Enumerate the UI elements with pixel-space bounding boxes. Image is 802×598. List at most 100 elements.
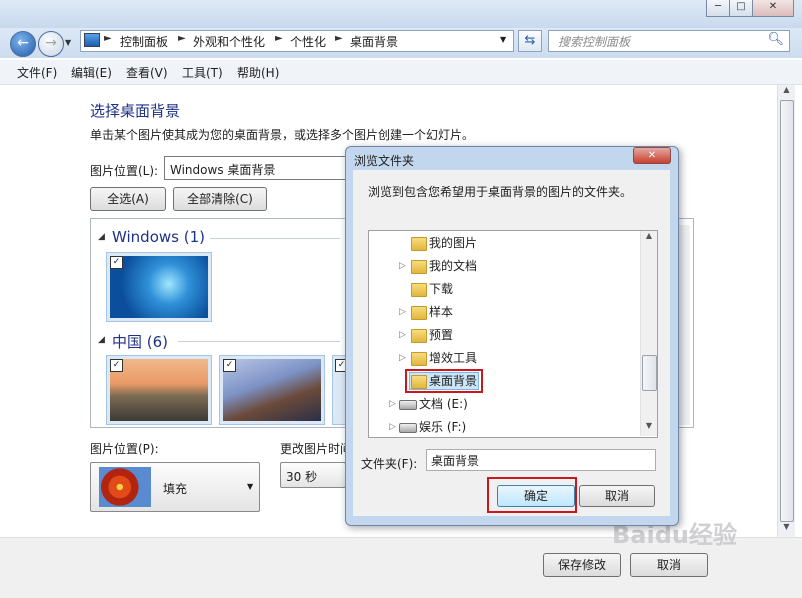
tree-item[interactable]: 下载 <box>369 279 639 299</box>
scroll-up-icon[interactable]: ▲ <box>641 231 657 245</box>
group-divider <box>210 238 340 239</box>
breadcrumb-separator-icon: ► <box>275 33 283 44</box>
breadcrumb-control-panel[interactable]: 控制面板 <box>120 33 168 50</box>
location-label: 图片位置(L): <box>90 164 159 178</box>
maximize-button[interactable]: □ <box>729 0 753 17</box>
main-scrollbar[interactable]: ▲ ▼ <box>777 85 795 537</box>
wallpaper-checkbox[interactable]: ✓ <box>110 359 123 372</box>
clear-all-button[interactable]: 全部清除(C) <box>173 187 267 211</box>
address-dropdown-icon[interactable]: ▼ <box>500 35 506 44</box>
location-dropdown[interactable]: Windows 桌面背景 <box>164 156 356 180</box>
search-icon[interactable]: 🔍︎ <box>767 32 784 47</box>
folder-name-field[interactable]: 桌面背景 <box>426 449 656 471</box>
forward-button[interactable]: → <box>38 31 64 57</box>
search-input[interactable]: 搜索控制面板 <box>558 33 630 50</box>
tree-item[interactable]: ▷ 文档 (E:) <box>369 394 639 414</box>
dialog-cancel-button[interactable]: 取消 <box>579 485 655 507</box>
breadcrumb-personalization[interactable]: 个性化 <box>290 33 326 50</box>
collapse-group-icon[interactable]: ◢ <box>98 335 105 345</box>
tree-item-label: 样本 <box>429 305 454 319</box>
folder-icon <box>411 329 427 343</box>
refresh-icon: ⇆ <box>524 33 536 48</box>
recent-pages-dropdown-icon[interactable]: ▼ <box>65 38 71 47</box>
folder-name-value: 桌面背景 <box>431 454 480 468</box>
tree-item[interactable]: ▷ 样本 <box>369 302 639 322</box>
breadcrumb-separator-icon: ► <box>335 33 343 44</box>
tree-item[interactable]: ▷ 预置 <box>369 325 639 345</box>
tree-expander-icon[interactable]: ▷ <box>399 325 409 345</box>
menu-bar <box>0 60 802 85</box>
scroll-thumb[interactable] <box>642 355 657 391</box>
tree-item-label: 桌面背景 <box>429 374 478 388</box>
ok-button[interactable]: 确定 <box>497 485 575 507</box>
dialog-title: 浏览文件夹 <box>354 154 415 168</box>
scroll-thumb[interactable] <box>780 100 794 522</box>
tree-expander-icon[interactable]: ▷ <box>399 302 409 322</box>
breadcrumb-appearance[interactable]: 外观和个性化 <box>193 33 265 50</box>
group-header-windows[interactable]: Windows (1) <box>112 228 205 246</box>
tree-item-label: 预置 <box>429 328 454 342</box>
search-box[interactable]: 搜索控制面板 🔍︎ <box>548 30 790 52</box>
tree-item-label: 增效工具 <box>429 351 478 365</box>
tree-expander-icon[interactable]: ▷ <box>399 256 409 276</box>
tree-item-label: 娱乐 (F:) <box>419 420 467 434</box>
dialog-close-button[interactable]: ✕ <box>633 147 671 164</box>
close-button[interactable]: ✕ <box>752 0 794 17</box>
page-description: 单击某个图片使其成为您的桌面背景，或选择多个图片创建一个幻灯片。 <box>90 128 475 142</box>
interval-dropdown[interactable]: 30 秒 <box>280 462 346 488</box>
collapse-group-icon[interactable]: ◢ <box>98 232 105 242</box>
page-title: 选择桌面背景 <box>90 102 181 120</box>
menu-view[interactable]: 查看(V) <box>126 64 168 81</box>
scroll-down-icon[interactable]: ▼ <box>641 421 657 435</box>
wallpaper-checkbox[interactable]: ✓ <box>110 256 123 269</box>
group-header-china[interactable]: 中国 (6) <box>112 331 168 352</box>
save-changes-button[interactable]: 保存修改 <box>543 553 621 577</box>
folder-icon <box>411 237 427 251</box>
breadcrumb-separator-icon: ► <box>104 33 112 44</box>
windows-logo-image <box>110 256 208 318</box>
dropdown-arrow-icon: ▼ <box>247 482 254 491</box>
breadcrumb-desktop-background[interactable]: 桌面背景 <box>350 33 398 50</box>
select-all-button[interactable]: 全选(A) <box>90 187 166 211</box>
tree-item-label: 我的文档 <box>429 259 478 273</box>
control-panel-icon <box>84 33 100 47</box>
picture-position-dropdown[interactable]: 填充 ▼ <box>90 462 260 512</box>
folder-tree[interactable]: 我的图片 ▷ 我的文档 下载 ▷ 样本 ▷ 预置 ▷ 增效工具 桌面背景 ▷ 文… <box>368 230 658 438</box>
tree-item[interactable]: ▷ 我的文档 <box>369 256 639 276</box>
fill-preview-image <box>99 467 151 507</box>
back-button[interactable]: ← <box>10 31 36 57</box>
tree-scrollbar[interactable]: ▲ ▼ <box>640 231 657 436</box>
folder-icon <box>411 306 427 320</box>
tree-expander-icon[interactable]: ▷ <box>389 417 399 437</box>
folder-field-label: 文件夹(F): <box>361 457 418 471</box>
interval-value: 30 秒 <box>286 470 318 484</box>
tree-item-label: 文档 (E:) <box>419 397 468 411</box>
cancel-button[interactable]: 取消 <box>630 553 708 577</box>
tree-item[interactable]: ▷ 娱乐 (F:) <box>369 417 639 437</box>
menu-help[interactable]: 帮助(H) <box>237 64 279 81</box>
tree-item-label: 我的图片 <box>429 236 478 250</box>
change-interval-label: 更改图片时间 <box>280 442 353 456</box>
minimize-button[interactable]: ─ <box>706 0 730 17</box>
title-bar <box>0 0 802 28</box>
tree-item-selected[interactable]: 桌面背景 <box>369 369 639 393</box>
tree-expander-icon[interactable]: ▷ <box>399 348 409 368</box>
tree-item[interactable]: ▷ 增效工具 <box>369 348 639 368</box>
menu-file[interactable]: 文件(F) <box>17 64 57 81</box>
group-divider <box>178 341 340 342</box>
refresh-button[interactable]: ⇆ <box>518 30 542 52</box>
folder-icon <box>411 375 427 389</box>
scroll-down-icon[interactable]: ▼ <box>779 522 794 536</box>
wallpaper-checkbox[interactable]: ✓ <box>223 359 236 372</box>
tree-item[interactable]: 我的图片 <box>369 233 639 253</box>
breadcrumb-separator-icon: ► <box>178 33 186 44</box>
menu-tools[interactable]: 工具(T) <box>182 64 223 81</box>
menu-edit[interactable]: 编辑(E) <box>71 64 112 81</box>
download-folder-icon <box>411 283 427 297</box>
scroll-up-icon[interactable]: ▲ <box>779 85 794 99</box>
drive-icon <box>399 400 417 410</box>
drive-icon <box>399 423 417 433</box>
folder-icon <box>411 352 427 366</box>
back-arrow-icon: ← <box>17 35 29 51</box>
tree-expander-icon[interactable]: ▷ <box>389 394 399 414</box>
